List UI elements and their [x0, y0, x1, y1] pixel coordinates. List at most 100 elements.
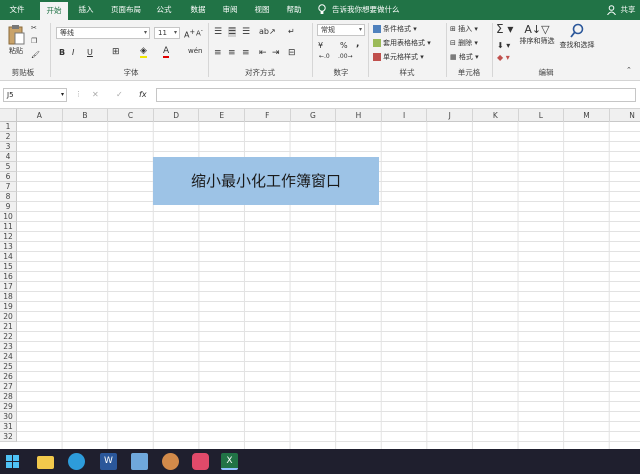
- column-header[interactable]: E: [199, 109, 245, 122]
- align-top-icon[interactable]: ☰: [214, 27, 222, 37]
- conditional-format-button[interactable]: 条件格式 ▾: [373, 24, 417, 34]
- formula-input[interactable]: [156, 88, 636, 102]
- row-header[interactable]: 18: [0, 292, 17, 302]
- column-header[interactable]: C: [108, 109, 154, 122]
- row-header[interactable]: 20: [0, 312, 17, 322]
- row-header[interactable]: 4: [0, 152, 17, 162]
- column-header[interactable]: L: [519, 109, 565, 122]
- media-player-icon[interactable]: [162, 453, 179, 470]
- row-header[interactable]: 17: [0, 282, 17, 292]
- row-header[interactable]: 25: [0, 362, 17, 372]
- align-center-icon[interactable]: ≡: [228, 48, 236, 58]
- row-header[interactable]: 30: [0, 412, 17, 422]
- wrap-text-icon[interactable]: ↵: [288, 27, 295, 36]
- column-header[interactable]: G: [291, 109, 337, 122]
- tab-page-layout[interactable]: 页面布局: [106, 0, 146, 20]
- column-header[interactable]: F: [245, 109, 291, 122]
- sort-filter-button[interactable]: A↓▽ 排序和筛选: [517, 23, 557, 46]
- merge-center-icon[interactable]: ⊟: [288, 48, 296, 58]
- enter-icon[interactable]: ✓: [116, 90, 123, 99]
- fill-icon[interactable]: ⬇ ▾: [497, 41, 510, 50]
- row-header[interactable]: 10: [0, 212, 17, 222]
- tab-insert[interactable]: 插入: [72, 0, 100, 20]
- percent-button[interactable]: %: [340, 41, 348, 50]
- row-header[interactable]: 26: [0, 372, 17, 382]
- decrease-decimal-icon[interactable]: .00→: [338, 53, 353, 60]
- format-cells-button[interactable]: ▦ 格式 ▾: [450, 52, 479, 62]
- row-header[interactable]: 12: [0, 232, 17, 242]
- align-middle-icon[interactable]: ☰: [228, 27, 237, 37]
- accounting-icon[interactable]: ¥: [318, 41, 323, 50]
- word-icon[interactable]: W: [100, 453, 117, 470]
- grow-font-icon[interactable]: A+: [184, 28, 195, 40]
- tell-me-search[interactable]: 告诉我你想要做什么: [332, 0, 422, 20]
- excel-icon[interactable]: X: [221, 453, 238, 470]
- browser-icon[interactable]: [68, 453, 85, 470]
- row-header[interactable]: 28: [0, 392, 17, 402]
- decrease-indent-icon[interactable]: ⇤: [259, 48, 267, 58]
- align-right-icon[interactable]: ≡: [242, 48, 250, 58]
- column-header[interactable]: I: [382, 109, 428, 122]
- font-size-select[interactable]: 11 ▾: [154, 27, 180, 39]
- share-button[interactable]: 共享: [618, 0, 638, 20]
- row-header[interactable]: 23: [0, 342, 17, 352]
- shrink-font-icon[interactable]: A-: [196, 28, 203, 37]
- underline-button[interactable]: U: [87, 48, 93, 57]
- font-name-select[interactable]: 等线 ▾: [56, 27, 150, 39]
- start-windows-icon[interactable]: [4, 453, 21, 470]
- comma-button[interactable]: ,: [356, 39, 359, 49]
- column-header[interactable]: H: [336, 109, 382, 122]
- row-header[interactable]: 7: [0, 182, 17, 192]
- column-header[interactable]: J: [427, 109, 473, 122]
- bold-button[interactable]: B: [59, 48, 65, 57]
- row-header[interactable]: 3: [0, 142, 17, 152]
- column-header[interactable]: B: [63, 109, 109, 122]
- find-select-button[interactable]: 查找和选择: [556, 23, 598, 50]
- column-header[interactable]: N: [610, 109, 640, 122]
- row-header[interactable]: 27: [0, 382, 17, 392]
- row-header[interactable]: 21: [0, 322, 17, 332]
- select-all-corner[interactable]: [0, 109, 17, 122]
- row-header[interactable]: 22: [0, 332, 17, 342]
- name-box[interactable]: J5 ▾: [3, 88, 67, 102]
- merged-cell-banner[interactable]: 缩小最小化工作簿窗口: [153, 157, 379, 205]
- column-header[interactable]: A: [17, 109, 63, 122]
- format-painter-icon[interactable]: 🖌: [31, 51, 40, 59]
- delete-cells-button[interactable]: ⊟ 删除 ▾: [450, 38, 478, 48]
- row-header[interactable]: 15: [0, 262, 17, 272]
- copy-icon[interactable]: ❐: [31, 37, 37, 45]
- insert-cells-button[interactable]: ⊞ 插入 ▾: [450, 24, 478, 34]
- clear-icon[interactable]: ◆ ▾: [497, 53, 510, 62]
- paste-button[interactable]: 粘贴: [6, 24, 26, 56]
- insert-function-button[interactable]: fx: [139, 90, 147, 99]
- recorder-icon[interactable]: [192, 453, 209, 470]
- column-header[interactable]: M: [564, 109, 610, 122]
- photos-icon[interactable]: [131, 453, 148, 470]
- number-format-select[interactable]: 常规 ▾: [317, 24, 365, 36]
- row-header[interactable]: 19: [0, 302, 17, 312]
- tab-view[interactable]: 视图: [248, 0, 276, 20]
- tab-review[interactable]: 审阅: [216, 0, 244, 20]
- row-header[interactable]: 6: [0, 172, 17, 182]
- font-color-icon[interactable]: A: [163, 46, 170, 58]
- row-header[interactable]: 1: [0, 122, 17, 132]
- borders-icon[interactable]: ⊞: [112, 47, 120, 57]
- row-header[interactable]: 32: [0, 432, 17, 442]
- row-header[interactable]: 11: [0, 222, 17, 232]
- tab-formulas[interactable]: 公式: [150, 0, 178, 20]
- align-left-icon[interactable]: ≡: [214, 48, 222, 58]
- increase-indent-icon[interactable]: ⇥: [272, 48, 280, 58]
- orientation-icon[interactable]: ab↗: [259, 27, 276, 36]
- tab-file[interactable]: 文件: [2, 0, 32, 20]
- row-header[interactable]: 31: [0, 422, 17, 432]
- row-header[interactable]: 13: [0, 242, 17, 252]
- row-header[interactable]: 5: [0, 162, 17, 172]
- row-header[interactable]: 9: [0, 202, 17, 212]
- row-header[interactable]: 24: [0, 352, 17, 362]
- row-header[interactable]: 8: [0, 192, 17, 202]
- fill-color-icon[interactable]: ◈: [140, 46, 147, 58]
- cell-styles-button[interactable]: 单元格样式 ▾: [373, 52, 424, 62]
- phonetic-icon[interactable]: wén: [188, 47, 202, 55]
- tab-help[interactable]: 帮助: [280, 0, 308, 20]
- cut-icon[interactable]: ✂: [31, 24, 37, 32]
